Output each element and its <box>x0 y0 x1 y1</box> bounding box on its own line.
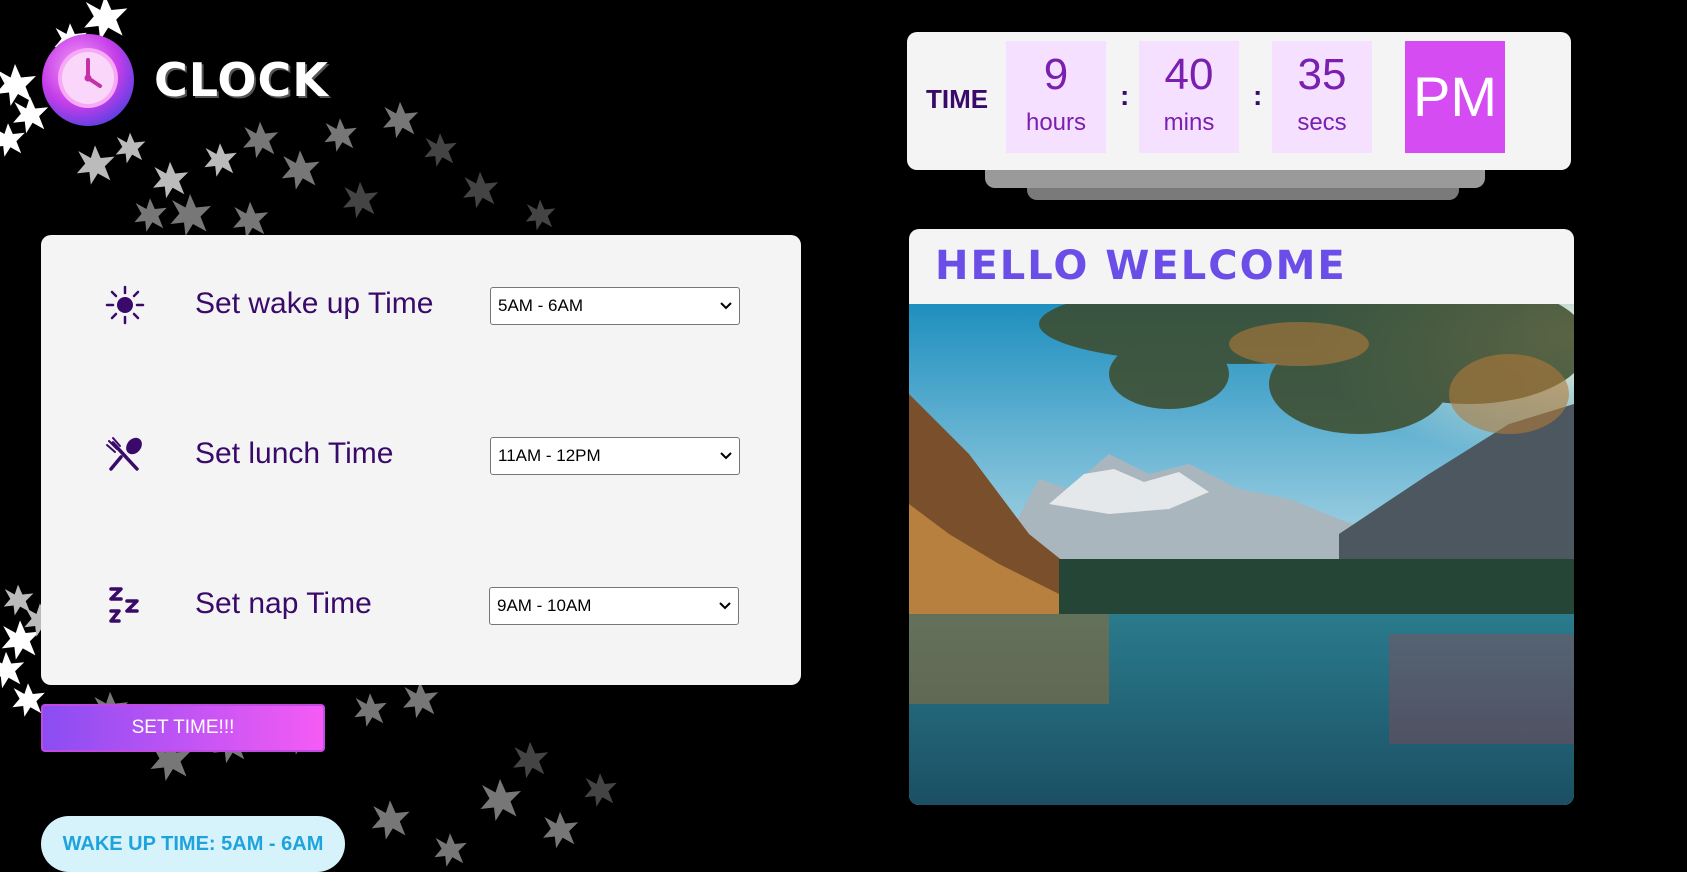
lunch-label: Set lunch Time <box>195 437 394 470</box>
time-separator: : <box>1253 80 1263 111</box>
seconds-value: 35 <box>1297 50 1347 99</box>
lunch-row: Set lunch Time 11AM - 12PM <box>41 425 801 485</box>
time-label: TIME <box>926 84 989 114</box>
set-time-button[interactable]: SET TIME!!! <box>41 704 325 752</box>
chevron-down-icon <box>719 602 731 610</box>
wake-up-select[interactable]: 5AM - 6AM <box>490 287 740 325</box>
digital-clock-panel: TIME 9 hours : 40 mins : 35 secs PM <box>907 32 1571 170</box>
seconds-unit: secs <box>1297 109 1347 136</box>
nap-row: Set nap Time 9AM - 10AM <box>41 575 801 635</box>
nap-label: Set nap Time <box>195 587 372 620</box>
welcome-card: HELLO WELCOME <box>909 229 1574 805</box>
utensils-icon <box>106 437 142 471</box>
minutes-box: 40 mins <box>1139 41 1239 153</box>
ampm-indicator: PM <box>1405 41 1505 153</box>
hours-value: 9 <box>1043 50 1069 99</box>
hours-unit: hours <box>1025 109 1087 136</box>
lunch-select[interactable]: 11AM - 12PM <box>490 437 740 475</box>
time-settings-panel: Set wake up Time 5AM - 6AM Set lunch Tim… <box>41 235 801 685</box>
hours-box: 9 hours <box>1006 41 1106 153</box>
wake-up-time-badge: WAKE UP TIME: 5AM - 6AM <box>41 816 345 872</box>
minutes-value: 40 <box>1164 50 1214 99</box>
seconds-box: 35 secs <box>1272 41 1372 153</box>
app-logo: CLOCK <box>40 32 329 128</box>
nap-select[interactable]: 9AM - 10AM <box>489 587 739 625</box>
minutes-unit: mins <box>1163 109 1215 136</box>
wake-up-label: Set wake up Time <box>195 287 434 320</box>
lunch-select-value: 11AM - 12PM <box>498 446 601 465</box>
wake-up-select-value: 5AM - 6AM <box>498 296 584 315</box>
welcome-title: HELLO WELCOME <box>935 243 1347 289</box>
logo-text: CLOCK <box>154 53 329 107</box>
lake-landscape-image <box>909 304 1574 805</box>
wake-up-row: Set wake up Time 5AM - 6AM <box>41 275 801 335</box>
sleep-zzz-icon <box>109 587 139 623</box>
clock-logo-icon <box>42 34 134 126</box>
sun-icon <box>105 285 145 325</box>
nap-select-value: 9AM - 10AM <box>497 596 592 615</box>
chevron-down-icon <box>720 452 732 460</box>
time-separator: : <box>1120 80 1130 111</box>
chevron-down-icon <box>720 302 732 310</box>
